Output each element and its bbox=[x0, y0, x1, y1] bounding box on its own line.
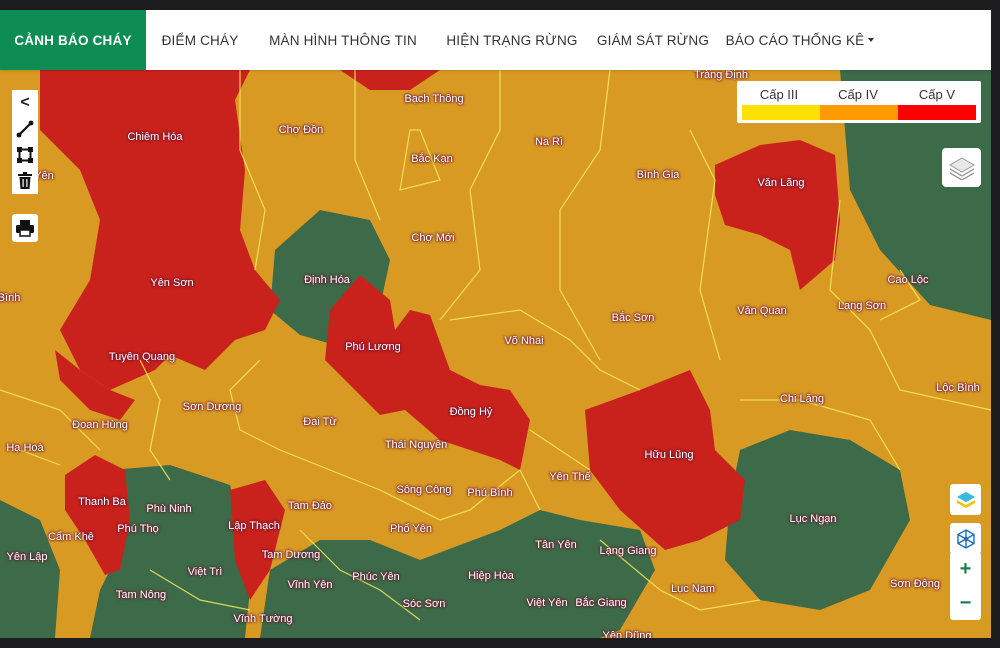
district-label: Lộc Bình bbox=[936, 382, 980, 394]
legend-swatch-iii bbox=[742, 105, 820, 120]
layers-icon[interactable] bbox=[942, 148, 981, 187]
district-label: Tân Yên bbox=[535, 539, 577, 551]
district-label: Yên Dũng bbox=[602, 630, 652, 638]
district-label: Lục Ngạn bbox=[789, 513, 837, 525]
district-label: Chiêm Hóa bbox=[127, 131, 183, 143]
layer-stack-icon[interactable] bbox=[950, 484, 981, 515]
tab-diem-chay[interactable]: ĐIỂM CHÁY bbox=[146, 10, 254, 70]
tab-label: ĐIỂM CHÁY bbox=[161, 32, 239, 48]
district-label: Định Hóa bbox=[304, 274, 350, 286]
district-label: Việt Yên bbox=[526, 597, 568, 609]
caret-down-icon bbox=[868, 38, 875, 42]
district-label: Bạch Thông bbox=[404, 93, 464, 105]
top-navbar: CẢNH BÁO CHÁY ĐIỂM CHÁY MÀN HÌNH THÔNG T… bbox=[0, 10, 991, 70]
district-label: Thanh Ba bbox=[78, 496, 126, 508]
legend-label: Cấp V bbox=[918, 87, 956, 102]
district-label: Hạ Hoà bbox=[6, 442, 44, 454]
map-canvas[interactable]: Tràng Định Bạch Thông Chiêm Hóa Chợ Đồn Na R… bbox=[0, 70, 991, 638]
district-label: Phúc Yên bbox=[352, 571, 400, 583]
district-label: Sơn Động bbox=[889, 578, 941, 590]
district-label: Tuyên Quang bbox=[108, 351, 176, 363]
tab-label: MÀN HÌNH THÔNG TIN bbox=[269, 32, 417, 48]
district-label: Tam Dương bbox=[261, 549, 321, 561]
district-label: Bình Gia bbox=[636, 169, 680, 181]
network-icon[interactable] bbox=[950, 523, 981, 554]
district-label: Cao Lộc bbox=[887, 274, 929, 286]
trash-icon[interactable] bbox=[12, 168, 38, 194]
zoom-in-button[interactable]: + bbox=[950, 552, 981, 586]
district-label: Võ Nhai bbox=[504, 335, 544, 347]
legend-swatch-v bbox=[898, 105, 976, 120]
district-label: Na Rì bbox=[534, 136, 564, 148]
district-label: Phù Ninh bbox=[146, 503, 192, 515]
polyline-icon[interactable] bbox=[12, 116, 38, 142]
tab-hien-trang-rung[interactable]: HIỆN TRẠNG RỪNG bbox=[432, 10, 592, 70]
tab-label: CẢNH BÁO CHÁY bbox=[14, 32, 132, 48]
zoom-control: + − bbox=[950, 552, 981, 620]
print-icon[interactable] bbox=[12, 214, 38, 242]
tab-man-hinh-thong-tin[interactable]: MÀN HÌNH THÔNG TIN bbox=[254, 10, 432, 70]
fire-warning-legend: Cấp III Cấp IV Cấp V bbox=[737, 81, 981, 123]
collapse-button[interactable]: < bbox=[12, 90, 38, 116]
district-label: Sóc Sơn bbox=[402, 598, 446, 610]
district-label: Phú Thọ bbox=[117, 523, 159, 535]
district-label: Bắc Giang bbox=[575, 597, 627, 609]
district-label: Việt Trì bbox=[187, 566, 223, 578]
legend-label: Cấp IV bbox=[838, 87, 878, 102]
zoom-out-button[interactable]: − bbox=[950, 586, 981, 620]
district-label: Thái Nguyên bbox=[384, 439, 448, 451]
district-label: Lập Thạch bbox=[228, 520, 280, 532]
district-label: Văn Quan bbox=[737, 305, 787, 317]
district-label: Vĩnh Yên bbox=[287, 579, 333, 591]
district-label: Vĩnh Tường bbox=[233, 613, 293, 625]
district-label: Cẩm Khê bbox=[48, 531, 94, 543]
district-label: Yên Lập bbox=[6, 551, 48, 563]
district-label: Tam Đảo bbox=[287, 500, 333, 512]
district-label: Lục Nam bbox=[670, 583, 716, 595]
district-label: Yên Thế bbox=[549, 471, 591, 483]
tab-canh-bao-chay[interactable]: CẢNH BÁO CHÁY bbox=[0, 10, 146, 70]
tab-label: BÁO CÁO THỐNG KÊ bbox=[725, 32, 865, 48]
tab-bao-cao-thong-ke[interactable]: BÁO CÁO THỐNG KÊ bbox=[714, 10, 886, 70]
district-label: Văn Lãng bbox=[757, 177, 805, 189]
district-label: Chợ Đồn bbox=[278, 124, 324, 136]
legend-swatch-iv bbox=[820, 105, 898, 120]
district-label: Đoan Hùng bbox=[72, 419, 128, 431]
district-label: Lạng Sơn bbox=[837, 300, 887, 312]
district-label: Sông Công bbox=[396, 484, 452, 496]
tab-giam-sat-rung[interactable]: GIÁM SÁT RỪNG bbox=[592, 10, 714, 70]
district-label: Hiệp Hòa bbox=[468, 570, 514, 582]
tab-label: HIỆN TRẠNG RỪNG bbox=[446, 32, 578, 48]
district-label: Chợ Mới bbox=[411, 232, 455, 244]
tab-label: GIÁM SÁT RỪNG bbox=[596, 32, 710, 48]
district-label: Phú Bình bbox=[467, 487, 513, 499]
district-label: Phú Lương bbox=[345, 341, 401, 353]
district-label: Chi Lăng bbox=[779, 393, 825, 405]
legend-label: Cấp III bbox=[759, 87, 799, 102]
app-window: CẢNH BÁO CHÁY ĐIỂM CHÁY MÀN HÌNH THÔNG T… bbox=[0, 10, 991, 638]
district-label: Hữu Lũng bbox=[644, 449, 694, 461]
district-label: Tam Nông bbox=[115, 589, 167, 601]
district-label: Đại Từ bbox=[303, 416, 337, 428]
district-label: Phổ Yên bbox=[389, 523, 433, 535]
district-label: Yên Sơn bbox=[150, 277, 194, 289]
district-label: Tràng Định bbox=[693, 70, 749, 81]
district-label: Lạng Giang bbox=[599, 545, 657, 557]
draw-toolbar: < bbox=[12, 90, 38, 194]
district-label: Bắc Sơn bbox=[611, 312, 655, 324]
district-label: Đồng Hỷ bbox=[449, 406, 493, 418]
polygon-icon[interactable] bbox=[12, 142, 38, 168]
district-label: Bình bbox=[0, 292, 21, 304]
district-label: Bắc Kạn bbox=[411, 153, 453, 165]
district-label: Sơn Dương bbox=[182, 401, 242, 413]
